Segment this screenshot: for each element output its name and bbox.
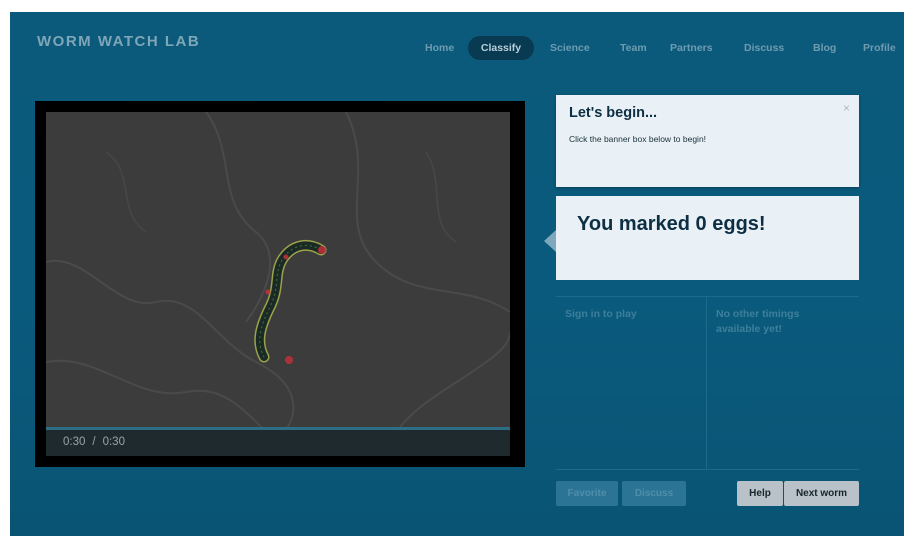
video-player: 0:30 / 0:30 [35,101,525,467]
other-timings-panel: No other timings available yet! [707,297,859,469]
tutorial-text: Click the banner box below to begin! [569,134,707,144]
arrow-left-pointer-icon [544,230,556,252]
app-container: WORM WATCH LAB Home Classify Science Tea… [10,12,904,536]
current-time: 0:30 [63,436,86,448]
timings-panels: Sign in to play No other timings availab… [556,296,859,470]
nav-classify[interactable]: Classify [468,36,534,60]
nav-blog[interactable]: Blog [813,36,836,60]
time-display: 0:30 / 0:30 [63,436,125,448]
nav-team[interactable]: Team [620,36,647,60]
sign-in-panel: Sign in to play [556,297,707,469]
nav-profile[interactable]: Profile [863,36,896,60]
next-worm-button[interactable]: Next worm [784,481,859,506]
nav-partners[interactable]: Partners [670,36,713,60]
worm-video-frame [46,112,510,456]
time-separator: / [92,436,96,448]
site-logo[interactable]: WORM WATCH LAB [37,33,200,50]
video-controls: 0:30 / 0:30 [46,430,510,456]
nav-science[interactable]: Science [550,36,590,60]
sign-in-text[interactable]: Sign in to play [565,307,637,322]
help-button[interactable]: Help [737,481,783,506]
egg-banner[interactable]: You marked 0 eggs! [556,196,859,280]
close-icon[interactable]: × [843,101,850,115]
nav-discuss[interactable]: Discuss [744,36,784,60]
favorite-button[interactable]: Favorite [556,481,618,506]
duration: 0:30 [102,436,125,448]
tutorial-box: Let's begin... Click the banner box belo… [556,95,859,187]
worm-video[interactable]: 0:30 / 0:30 [46,112,510,456]
other-timings-text: No other timings available yet! [716,308,800,335]
tutorial-title: Let's begin... [569,105,658,121]
egg-count-message: You marked 0 eggs! [577,213,766,235]
discuss-button[interactable]: Discuss [622,481,686,506]
nav-home[interactable]: Home [425,36,454,60]
